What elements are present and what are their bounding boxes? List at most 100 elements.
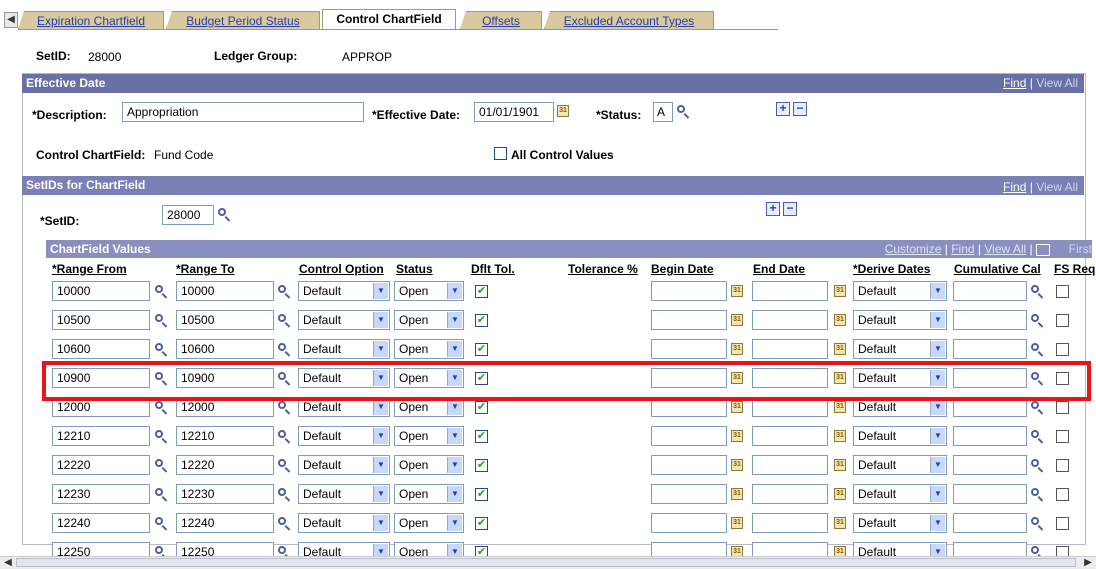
begin-date-input[interactable] bbox=[651, 310, 727, 330]
begin-date-input[interactable] bbox=[651, 426, 727, 446]
range-to-lookup-icon[interactable] bbox=[277, 487, 291, 501]
chevron-down-icon[interactable]: ▼ bbox=[447, 428, 462, 444]
range-from-lookup-icon[interactable] bbox=[154, 458, 168, 472]
range-to-lookup-icon[interactable] bbox=[277, 400, 291, 414]
derive-dates-select[interactable]: Default ▼ bbox=[853, 513, 947, 533]
col-cumulative-cal[interactable]: Cumulative Cal bbox=[954, 262, 1041, 276]
end-date-calendar-icon[interactable]: 31 bbox=[834, 459, 846, 471]
fs-req-checkbox[interactable] bbox=[1056, 401, 1069, 414]
begin-date-calendar-icon[interactable]: 31 bbox=[731, 459, 743, 471]
range-from-input[interactable]: 10500 bbox=[52, 310, 150, 330]
derive-dates-select[interactable]: Default ▼ bbox=[853, 484, 947, 504]
end-date-input[interactable] bbox=[752, 455, 828, 475]
fs-req-checkbox[interactable] bbox=[1056, 488, 1069, 501]
begin-date-input[interactable] bbox=[651, 339, 727, 359]
tab-expiration-chartfield[interactable]: Expiration Chartfield bbox=[18, 11, 164, 29]
chevron-down-icon[interactable]: ▼ bbox=[447, 399, 462, 415]
tab-scroll-left-icon[interactable]: ◀ bbox=[4, 12, 18, 28]
fs-req-checkbox[interactable] bbox=[1056, 343, 1069, 356]
status-select[interactable]: Open ▼ bbox=[394, 339, 464, 359]
derive-dates-select[interactable]: Default ▼ bbox=[853, 426, 947, 446]
control-option-select[interactable]: Default ▼ bbox=[298, 513, 390, 533]
fs-req-checkbox[interactable] bbox=[1056, 517, 1069, 530]
range-to-lookup-icon[interactable] bbox=[277, 516, 291, 530]
end-date-input[interactable] bbox=[752, 339, 828, 359]
col-control-option[interactable]: Control Option bbox=[299, 262, 384, 276]
range-from-input[interactable]: 10000 bbox=[52, 281, 150, 301]
range-from-input[interactable]: 12220 bbox=[52, 455, 150, 475]
tab-offsets[interactable]: Offsets bbox=[460, 11, 542, 29]
end-date-input[interactable] bbox=[752, 484, 828, 504]
chevron-down-icon[interactable]: ▼ bbox=[373, 515, 388, 531]
chevron-down-icon[interactable]: ▼ bbox=[373, 399, 388, 415]
end-date-calendar-icon[interactable]: 31 bbox=[834, 401, 846, 413]
chevron-down-icon[interactable]: ▼ bbox=[930, 341, 945, 357]
cumulative-cal-lookup-icon[interactable] bbox=[1030, 400, 1044, 414]
col-range-from[interactable]: *Range From bbox=[52, 262, 127, 276]
begin-date-calendar-icon[interactable]: 31 bbox=[731, 343, 743, 355]
range-to-input[interactable]: 10500 bbox=[176, 310, 274, 330]
chevron-down-icon[interactable]: ▼ bbox=[447, 312, 462, 328]
end-date-input[interactable] bbox=[752, 513, 828, 533]
description-input[interactable]: Appropriation bbox=[122, 102, 364, 122]
begin-date-calendar-icon[interactable]: 31 bbox=[731, 401, 743, 413]
cumulative-cal-input[interactable] bbox=[953, 281, 1027, 301]
control-option-select[interactable]: Default ▼ bbox=[298, 281, 390, 301]
begin-date-calendar-icon[interactable]: 31 bbox=[731, 285, 743, 297]
chevron-down-icon[interactable]: ▼ bbox=[930, 515, 945, 531]
chevron-down-icon[interactable]: ▼ bbox=[373, 312, 388, 328]
setids-setid-input[interactable]: 28000 bbox=[162, 205, 214, 225]
chevron-down-icon[interactable]: ▼ bbox=[930, 312, 945, 328]
begin-date-input[interactable] bbox=[651, 281, 727, 301]
range-to-lookup-icon[interactable] bbox=[277, 458, 291, 472]
cumulative-cal-lookup-icon[interactable] bbox=[1030, 429, 1044, 443]
customize-link[interactable]: Customize bbox=[885, 242, 942, 256]
control-option-select[interactable]: Default ▼ bbox=[298, 484, 390, 504]
grid-view-all-link[interactable]: View All bbox=[984, 242, 1026, 256]
status-select[interactable]: Open ▼ bbox=[394, 484, 464, 504]
cumulative-cal-lookup-icon[interactable] bbox=[1030, 284, 1044, 298]
range-from-input[interactable]: 12240 bbox=[52, 513, 150, 533]
chevron-down-icon[interactable]: ▼ bbox=[373, 486, 388, 502]
end-date-calendar-icon[interactable]: 31 bbox=[834, 517, 846, 529]
range-from-lookup-icon[interactable] bbox=[154, 284, 168, 298]
col-end-date[interactable]: End Date bbox=[753, 262, 805, 276]
fs-req-checkbox[interactable] bbox=[1056, 314, 1069, 327]
range-to-lookup-icon[interactable] bbox=[277, 429, 291, 443]
chevron-down-icon[interactable]: ▼ bbox=[373, 341, 388, 357]
chevron-down-icon[interactable]: ▼ bbox=[930, 486, 945, 502]
chevron-down-icon[interactable]: ▼ bbox=[373, 457, 388, 473]
dflt-tol-checkbox[interactable]: ✔ bbox=[475, 459, 488, 472]
range-from-input[interactable]: 12230 bbox=[52, 484, 150, 504]
setids-find-link[interactable]: Find bbox=[1003, 180, 1026, 194]
add-row-icon[interactable]: + bbox=[776, 102, 790, 116]
status-select[interactable]: Open ▼ bbox=[394, 310, 464, 330]
end-date-calendar-icon[interactable]: 31 bbox=[834, 343, 846, 355]
dflt-tol-checkbox[interactable]: ✔ bbox=[475, 430, 488, 443]
fs-req-checkbox[interactable] bbox=[1056, 459, 1069, 472]
setid-delete-row-icon[interactable]: − bbox=[783, 202, 797, 216]
begin-date-input[interactable] bbox=[651, 455, 727, 475]
end-date-calendar-icon[interactable]: 31 bbox=[834, 488, 846, 500]
col-fs-req[interactable]: FS Req bbox=[1054, 262, 1095, 276]
setid-lookup-icon[interactable] bbox=[217, 207, 231, 221]
range-from-lookup-icon[interactable] bbox=[154, 429, 168, 443]
range-to-input[interactable]: 12240 bbox=[176, 513, 274, 533]
scrollbar-thumb[interactable] bbox=[16, 558, 1076, 567]
chevron-down-icon[interactable]: ▼ bbox=[930, 457, 945, 473]
chevron-down-icon[interactable]: ▼ bbox=[373, 283, 388, 299]
cumulative-cal-lookup-icon[interactable] bbox=[1030, 458, 1044, 472]
status-select[interactable]: Open ▼ bbox=[394, 281, 464, 301]
range-from-lookup-icon[interactable] bbox=[154, 400, 168, 414]
begin-date-input[interactable] bbox=[651, 513, 727, 533]
range-from-lookup-icon[interactable] bbox=[154, 342, 168, 356]
cumulative-cal-lookup-icon[interactable] bbox=[1030, 313, 1044, 327]
col-dflt-tol[interactable]: Dflt Tol. bbox=[471, 262, 515, 276]
cumulative-cal-input[interactable] bbox=[953, 513, 1027, 533]
setids-view-all-link[interactable]: View All bbox=[1036, 180, 1078, 194]
dflt-tol-checkbox[interactable]: ✔ bbox=[475, 401, 488, 414]
dflt-tol-checkbox[interactable]: ✔ bbox=[475, 314, 488, 327]
end-date-calendar-icon[interactable]: 31 bbox=[834, 314, 846, 326]
begin-date-calendar-icon[interactable]: 31 bbox=[731, 314, 743, 326]
control-option-select[interactable]: Default ▼ bbox=[298, 426, 390, 446]
